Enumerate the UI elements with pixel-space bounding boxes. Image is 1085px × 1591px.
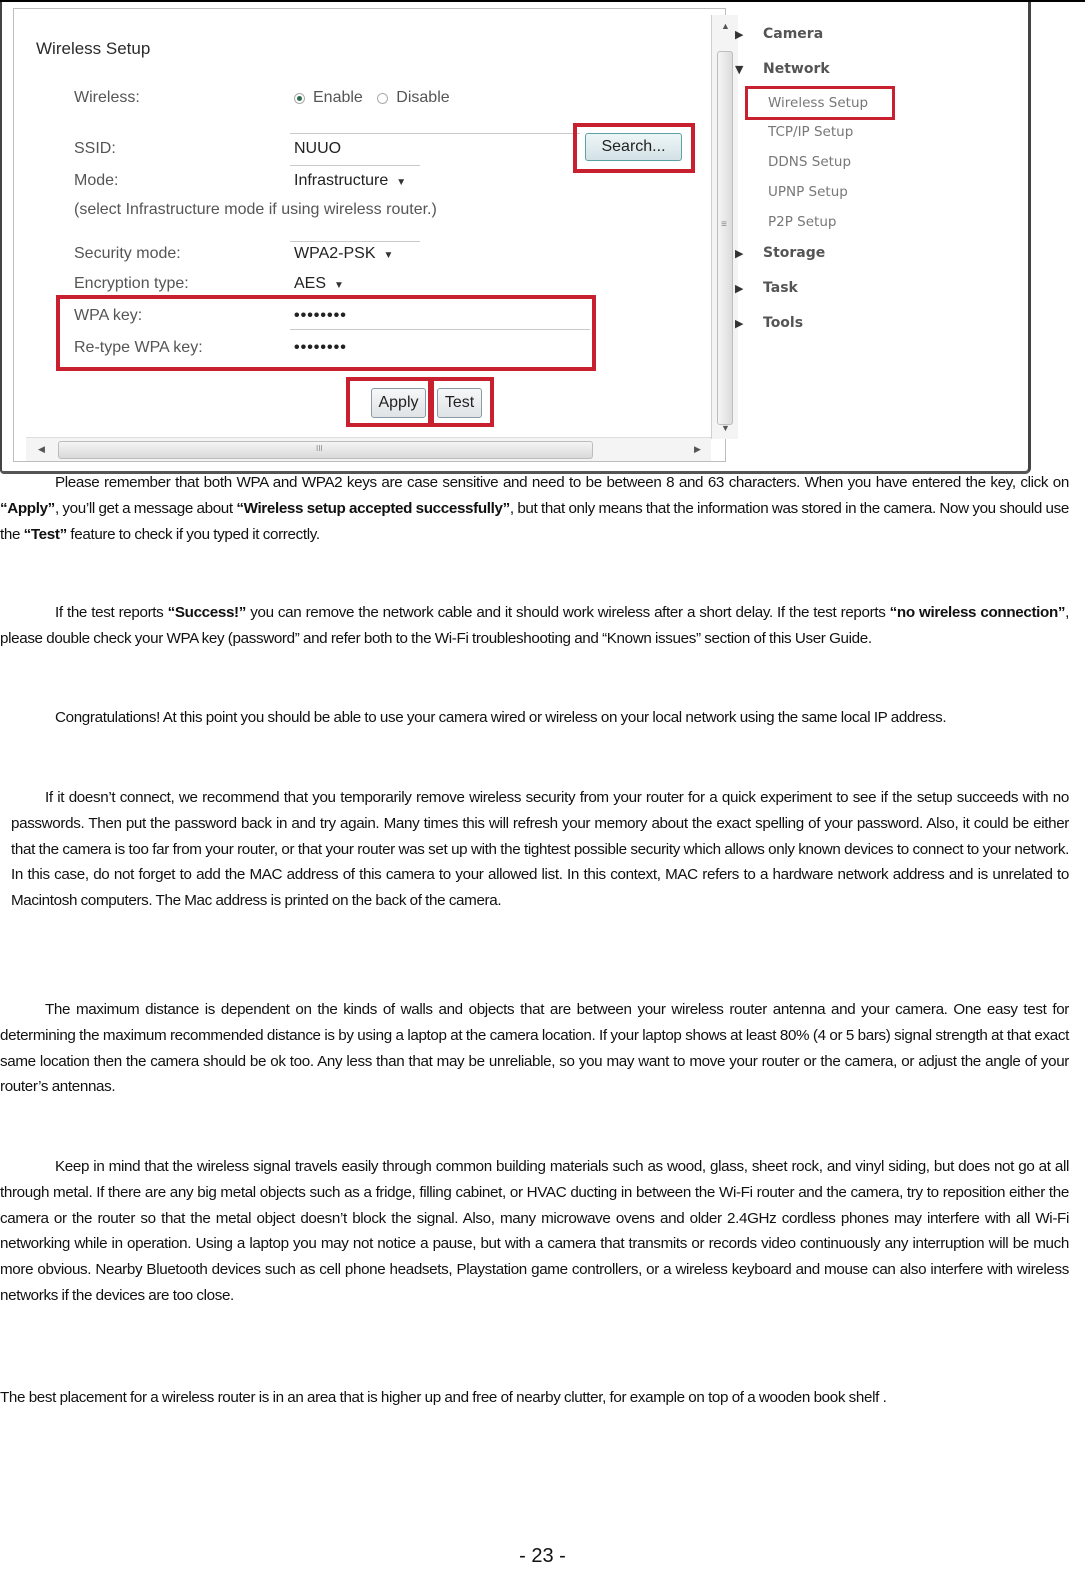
emphasis-text: “Test” xyxy=(23,525,68,543)
caret-right-icon: ▶ xyxy=(735,247,744,260)
retype-wpa-key-input[interactable]: •••••••• xyxy=(294,339,347,357)
submenu-ddns-setup[interactable]: DDNS Setup xyxy=(768,154,851,170)
page-number: - 23 - xyxy=(519,1545,566,1567)
vertical-scroll-thumb[interactable] xyxy=(717,51,733,425)
wireless-setup-screenshot: Wireless Setup Wireless: Enable Disable … xyxy=(0,2,1031,474)
emphasis-text: “no wireless connection” xyxy=(889,604,1066,621)
caret-right-icon: ▶ xyxy=(735,282,744,295)
submenu-upnp-setup[interactable]: UPNP Setup xyxy=(768,184,848,200)
paragraph-max-distance: The maximum distance is dependent on the… xyxy=(0,997,1069,1100)
text-run: Please remember that both WPA and WPA2 k… xyxy=(55,474,1069,491)
chevron-down-icon: ▼ xyxy=(334,280,344,291)
wpa-key-underline xyxy=(290,329,590,330)
scroll-right-icon[interactable]: ▶ xyxy=(694,444,701,455)
menu-item-camera[interactable]: ▶ Camera xyxy=(735,26,823,42)
ssid-input[interactable]: NUUO xyxy=(294,140,341,158)
mode-note: (select Infrastructure mode if using wir… xyxy=(74,201,437,218)
emphasis-text: “Wireless setup accepted successfully” xyxy=(236,499,510,517)
test-button[interactable]: Test xyxy=(437,388,482,418)
horizontal-scrollbar[interactable]: ◀ III ▶ xyxy=(26,437,711,461)
text-run: Keep in mind that the wireless signal tr… xyxy=(0,1158,1069,1304)
paragraph-troubleshooting: If it doesn’t connect, we recommend that… xyxy=(11,785,1069,914)
chevron-down-icon: ▼ xyxy=(383,250,394,261)
security-mode-value: WPA2-PSK xyxy=(294,245,376,262)
caret-right-icon: ▶ xyxy=(735,317,744,330)
mode-label: Mode: xyxy=(74,172,119,189)
text-run: Congratulations! At this point you shoul… xyxy=(55,709,947,726)
menu-item-label: Tools xyxy=(763,315,804,331)
mode-select[interactable]: Infrastructure ▼ xyxy=(294,172,406,190)
menu-item-label: Storage xyxy=(763,245,826,261)
menu-item-network[interactable]: ▼ Network xyxy=(735,61,830,77)
retype-wpa-key-label: Re-type WPA key: xyxy=(74,339,203,356)
paragraph-wpa-keys: Please remember that both WPA and WPA2 k… xyxy=(0,470,1069,547)
menu-item-storage[interactable]: ▶ Storage xyxy=(735,245,825,261)
enable-label: Enable xyxy=(313,89,363,106)
ssid-label: SSID: xyxy=(74,140,116,157)
hscroll-grip-icon: III xyxy=(316,444,323,453)
emphasis-text: “Apply” xyxy=(0,499,55,517)
horizontal-scroll-thumb[interactable] xyxy=(58,441,593,459)
text-run: The maximum distance is dependent on the… xyxy=(0,1001,1069,1096)
paragraph-router-placement: The best placement for a wireless router… xyxy=(0,1385,1069,1411)
wireless-setup-panel: Wireless Setup Wireless: Enable Disable … xyxy=(13,8,738,462)
menu-item-tools[interactable]: ▶ Tools xyxy=(735,315,803,331)
text-run: If it doesn’t connect, we recommend that… xyxy=(11,789,1069,910)
text-run: If the test reports xyxy=(55,604,168,621)
encryption-type-label: Encryption type: xyxy=(74,275,189,292)
ssid-field-underline xyxy=(290,165,420,166)
paragraph-test-results: If the test reports “Success!” you can r… xyxy=(0,600,1069,652)
disable-label: Disable xyxy=(396,89,450,106)
security-mode-select[interactable]: WPA2-PSK ▼ xyxy=(294,245,393,263)
text-run: , you’ll get a message about xyxy=(54,499,237,517)
menu-item-label: Camera xyxy=(763,26,824,42)
caret-right-icon: ▶ xyxy=(735,28,744,41)
paragraph-interference: Keep in mind that the wireless signal tr… xyxy=(0,1154,1069,1309)
paragraph-congratulations: Congratulations! At this point you shoul… xyxy=(0,705,1069,731)
menu-item-task[interactable]: ▶ Task xyxy=(735,280,798,296)
security-mode-label: Security mode: xyxy=(74,245,181,262)
wpa-key-input[interactable]: •••••••• xyxy=(294,307,347,325)
caret-down-icon: ▼ xyxy=(735,63,744,76)
scroll-grip-icon: ≡ xyxy=(721,219,727,230)
text-run: you can remove the network cable and it … xyxy=(246,604,890,621)
security-field-border xyxy=(290,241,420,242)
ssid-field-border xyxy=(290,133,580,134)
scroll-up-icon[interactable]: ▲ xyxy=(721,21,730,31)
search-button[interactable]: Search... xyxy=(585,133,682,161)
scroll-left-icon[interactable]: ◀ xyxy=(38,444,45,455)
vertical-scrollbar[interactable]: ▲ ≡ ▼ xyxy=(711,15,738,439)
disable-radio[interactable] xyxy=(377,92,389,104)
submenu-wireless-setup[interactable]: Wireless Setup xyxy=(768,95,868,111)
wireless-radio-group: Enable Disable xyxy=(294,89,460,107)
scroll-down-icon[interactable]: ▼ xyxy=(721,423,730,433)
enable-radio[interactable] xyxy=(294,92,305,104)
text-run: feature to check if you typed it correct… xyxy=(66,525,320,543)
wireless-label: Wireless: xyxy=(74,89,140,106)
panel-title: Wireless Setup xyxy=(36,39,151,58)
menu-item-label: Network xyxy=(763,61,830,77)
encryption-type-value: AES xyxy=(294,275,327,292)
chevron-down-icon: ▼ xyxy=(396,177,407,188)
submenu-tcpip-setup[interactable]: TCP/IP Setup xyxy=(768,124,853,140)
encryption-type-select[interactable]: AES ▼ xyxy=(294,275,344,293)
apply-button[interactable]: Apply xyxy=(371,388,426,418)
mode-value: Infrastructure xyxy=(294,172,389,189)
submenu-p2p-setup[interactable]: P2P Setup xyxy=(768,214,836,230)
text-run: The best placement for a wireless router… xyxy=(0,1389,887,1406)
menu-item-label: Task xyxy=(763,280,798,296)
emphasis-text: “Success!” xyxy=(167,604,247,621)
wpa-key-label: WPA key: xyxy=(74,307,143,324)
